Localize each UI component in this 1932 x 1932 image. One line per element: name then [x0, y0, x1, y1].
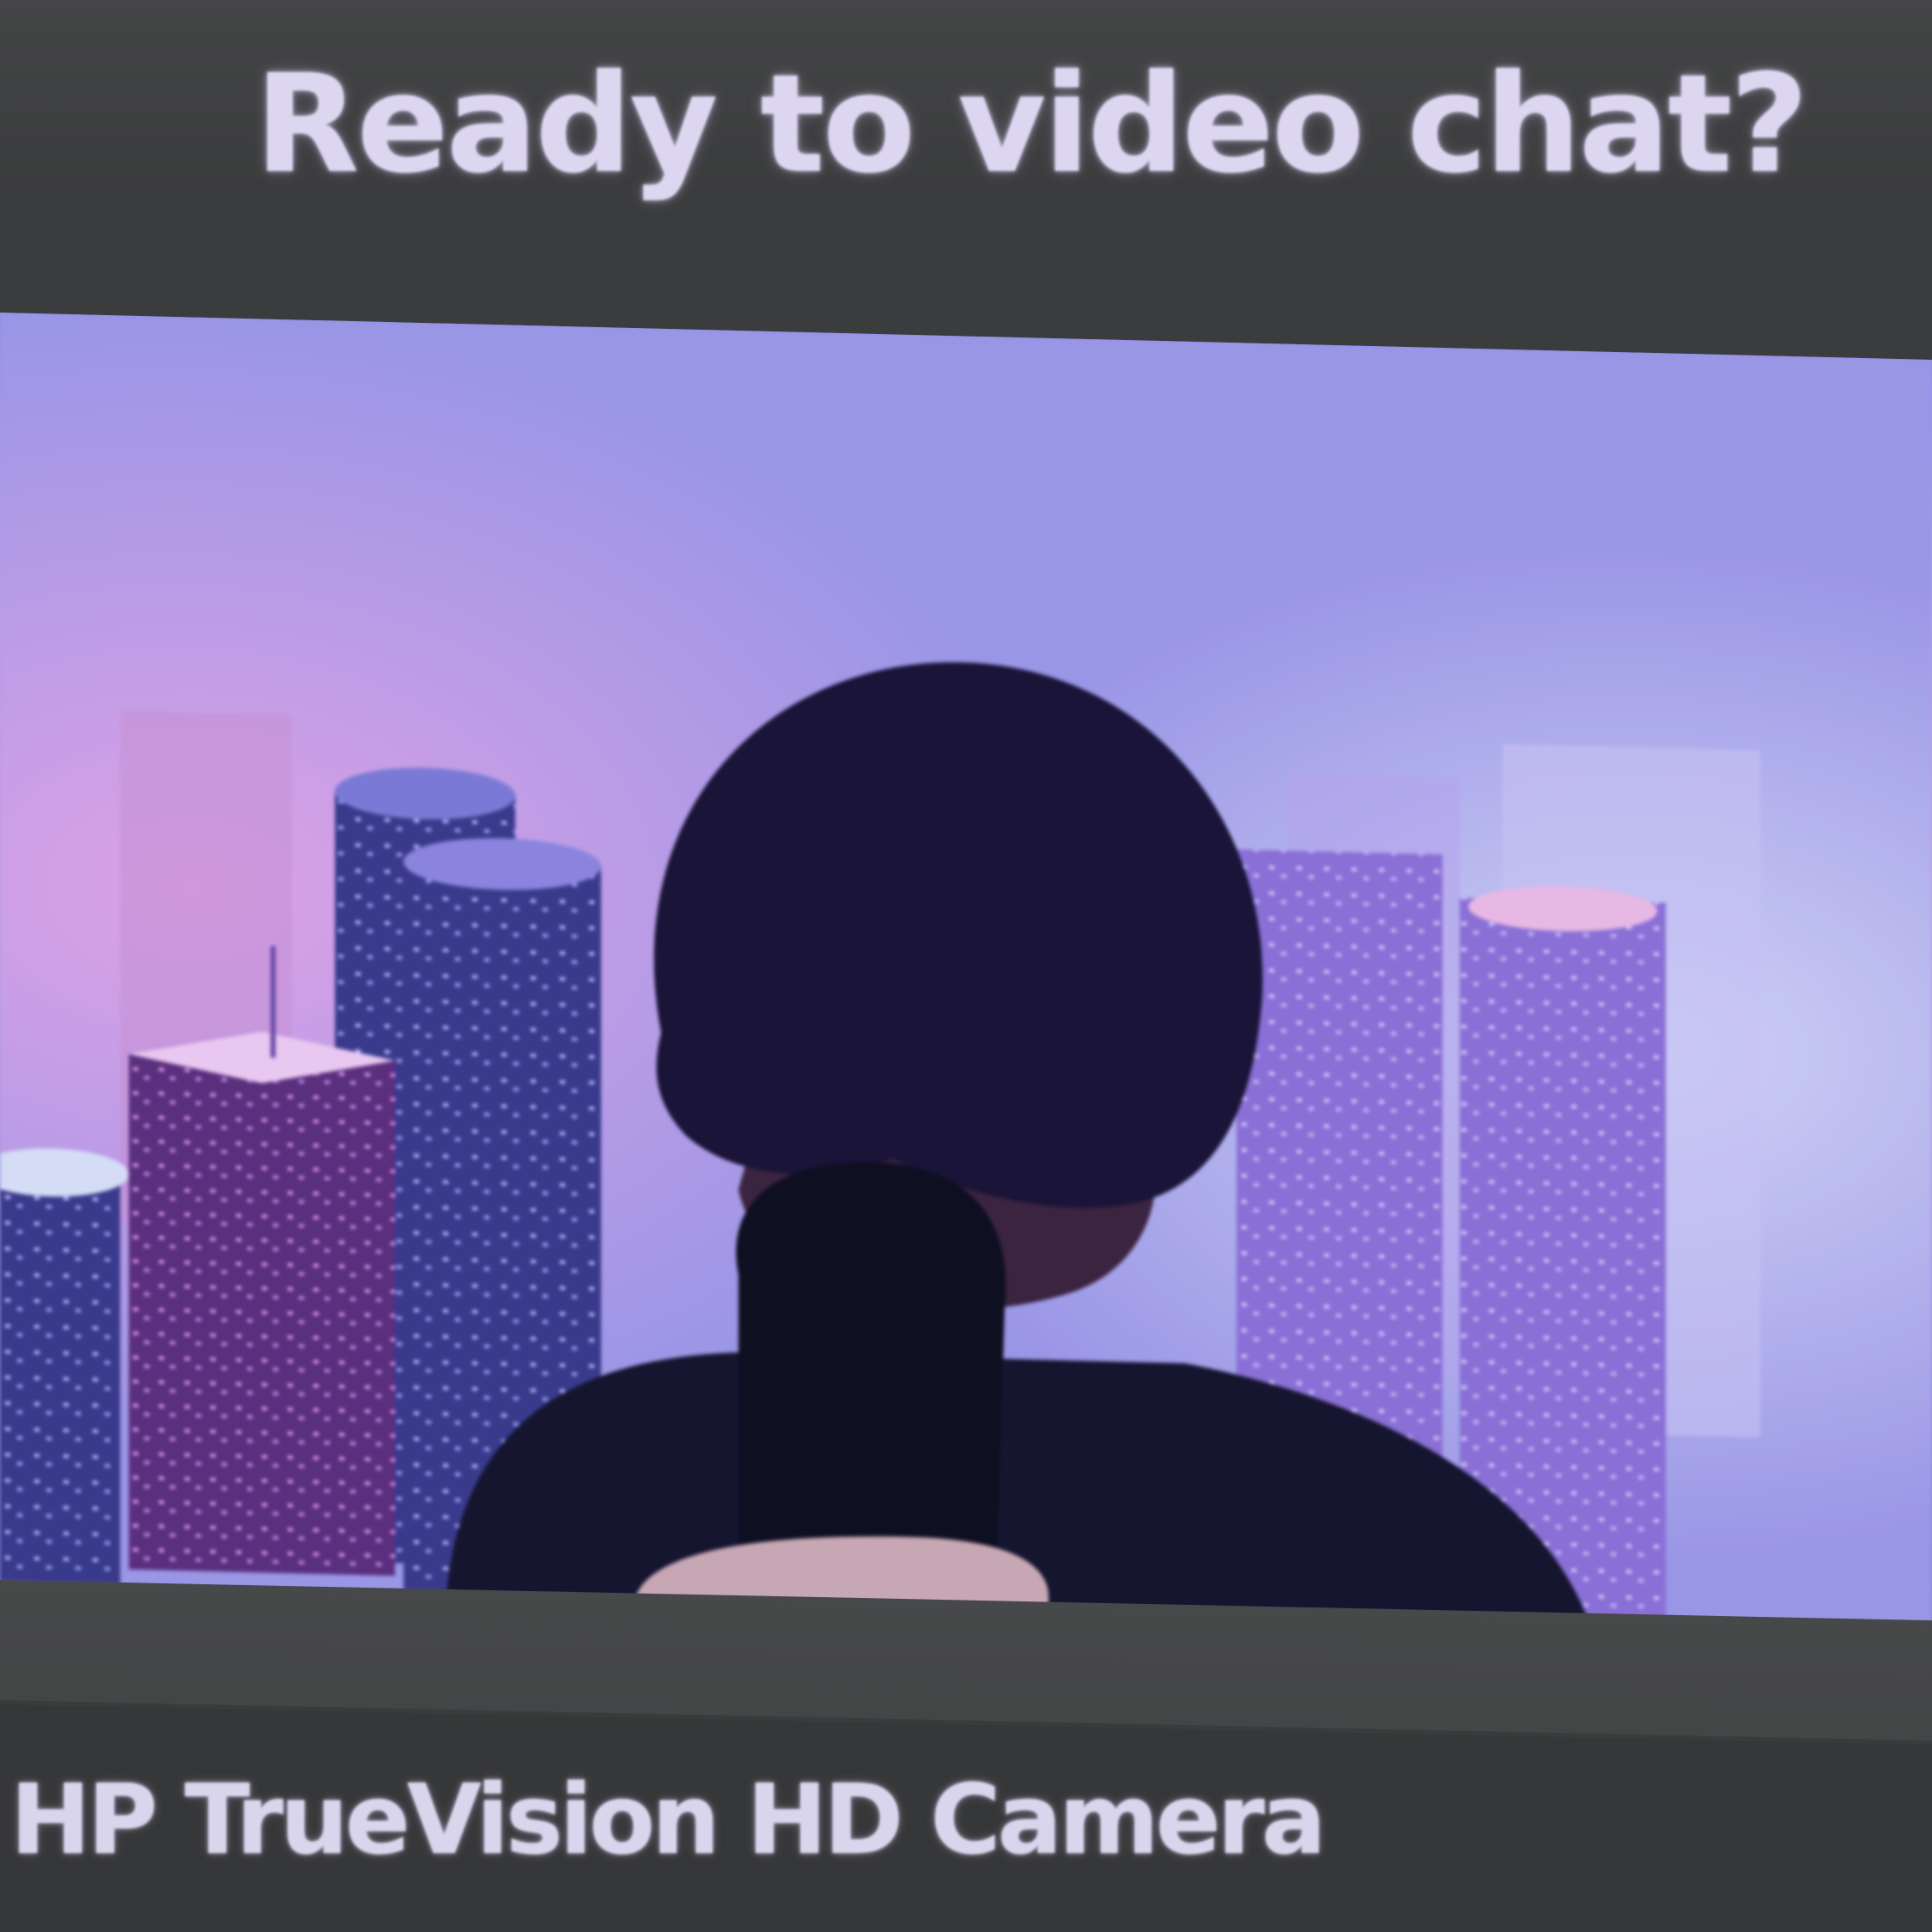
camera-preview — [0, 313, 1932, 1629]
page-title-container: Ready to video chat? — [0, 26, 1932, 223]
video-chat-setup-screen: Ready to video chat? HP TrueVision HD Ca… — [0, 0, 1932, 1932]
page-title: Ready to video chat? — [254, 46, 1809, 204]
camera-feed-image — [0, 313, 1932, 1629]
building-short-left — [0, 1148, 129, 1587]
camera-device-name[interactable]: HP TrueVision HD Camera — [10, 1747, 1327, 1893]
